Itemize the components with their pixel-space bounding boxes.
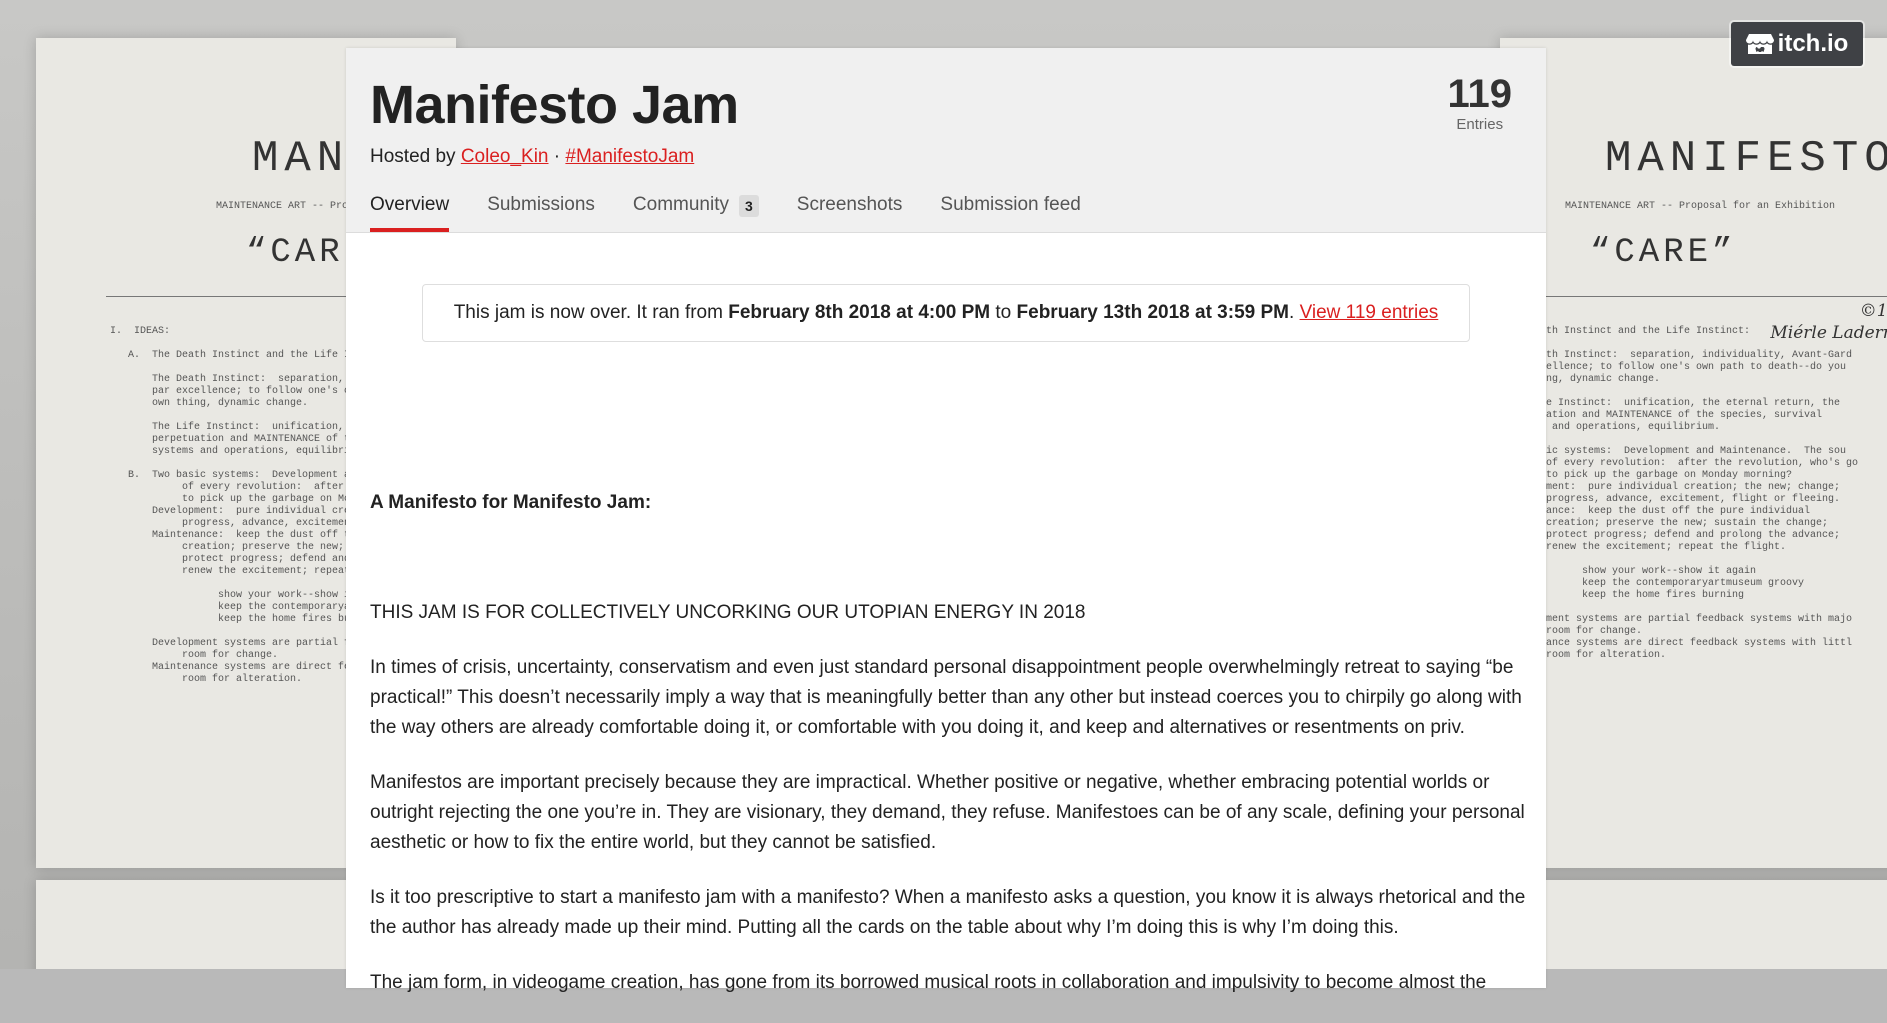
description-caps-line: THIS JAM IS FOR COLLECTIVELY UNCORKING O…: [370, 602, 1086, 623]
notice-start-date: February 8th 2018 at 4:00 PM: [728, 302, 991, 323]
host-link[interactable]: Coleo_Kin: [461, 146, 549, 167]
background-page-care: “CARE”: [1590, 234, 1737, 272]
notice-dot: .: [1289, 302, 1300, 323]
jam-tabs: Overview Submissions Community 3 Screensh…: [370, 194, 1119, 232]
tab-label: Submission feed: [940, 194, 1081, 215]
description-heading: A Manifesto for Manifesto Jam:: [370, 492, 652, 513]
description-paragraph: The jam form, in videogame creation, has…: [370, 972, 1487, 993]
jam-title: Manifesto Jam: [370, 75, 739, 135]
notice-prefix: This jam is now over. It ran from: [453, 302, 729, 323]
background-page-body: he Death Instinct and the Life Instinct:…: [1510, 326, 1859, 661]
tab-submission-feed[interactable]: Submission feed: [940, 194, 1080, 232]
description-paragraph: In times of crisis, uncertainty, conserv…: [370, 657, 1522, 738]
community-count-badge: 3: [738, 195, 759, 217]
tab-overview[interactable]: Overview: [370, 194, 450, 232]
host-separator: ·: [548, 146, 566, 167]
hosted-by-label: Hosted by: [370, 146, 461, 167]
jam-header: Manifesto Jam Hosted by Coleo_Kin · #Man…: [346, 48, 1546, 233]
view-entries-link[interactable]: View 119 entries: [1300, 302, 1439, 324]
itch-io-home-button[interactable]: itch.io: [1731, 22, 1863, 66]
jam-over-notice: This jam is now over. It ran from Februa…: [422, 284, 1470, 342]
tab-label: Screenshots: [796, 194, 903, 215]
tab-label: Community: [632, 194, 729, 215]
entries-stat[interactable]: 119 Entries: [1447, 74, 1512, 133]
notice-end-date: February 13th 2018 at 3:59 PM: [1016, 302, 1289, 323]
entries-count: 119: [1447, 72, 1512, 116]
description-paragraph: Manifestos are important precisely becau…: [370, 772, 1525, 853]
jam-host-line: Hosted by Coleo_Kin · #ManifestoJam: [370, 146, 694, 168]
tab-label: Overview: [370, 194, 450, 215]
background-page-subtitle: MAINTENANCE ART -- Proposal for an Exhib…: [1565, 201, 1836, 212]
hashtag-link[interactable]: #ManifestoJam: [565, 146, 694, 167]
background-page-title: MANIFESTO!: [1605, 134, 1887, 184]
tab-label: Submissions: [487, 194, 595, 215]
background-page-lower-right: [1500, 880, 1887, 969]
jam-description: A Manifesto for Manifesto Jam: THIS JAM …: [370, 488, 1526, 1023]
tab-screenshots[interactable]: Screenshots: [797, 194, 903, 232]
entries-label: Entries: [1456, 116, 1504, 133]
jam-page-card: Manifesto Jam Hosted by Coleo_Kin · #Man…: [346, 48, 1546, 993]
background-manifesto-page-right: MANIFESTO! MAINTENANCE ART -- Proposal f…: [1500, 38, 1887, 868]
tab-community[interactable]: Community 3: [633, 194, 759, 232]
description-paragraph: Is it too prescriptive to start a manife…: [370, 887, 1526, 938]
itch-io-label: itch.io: [1777, 30, 1849, 57]
background-page-rule: [1500, 296, 1887, 297]
notice-middle: to: [990, 302, 1017, 323]
itch-io-logo-icon: [1745, 34, 1774, 54]
tab-submissions[interactable]: Submissions: [487, 194, 595, 232]
